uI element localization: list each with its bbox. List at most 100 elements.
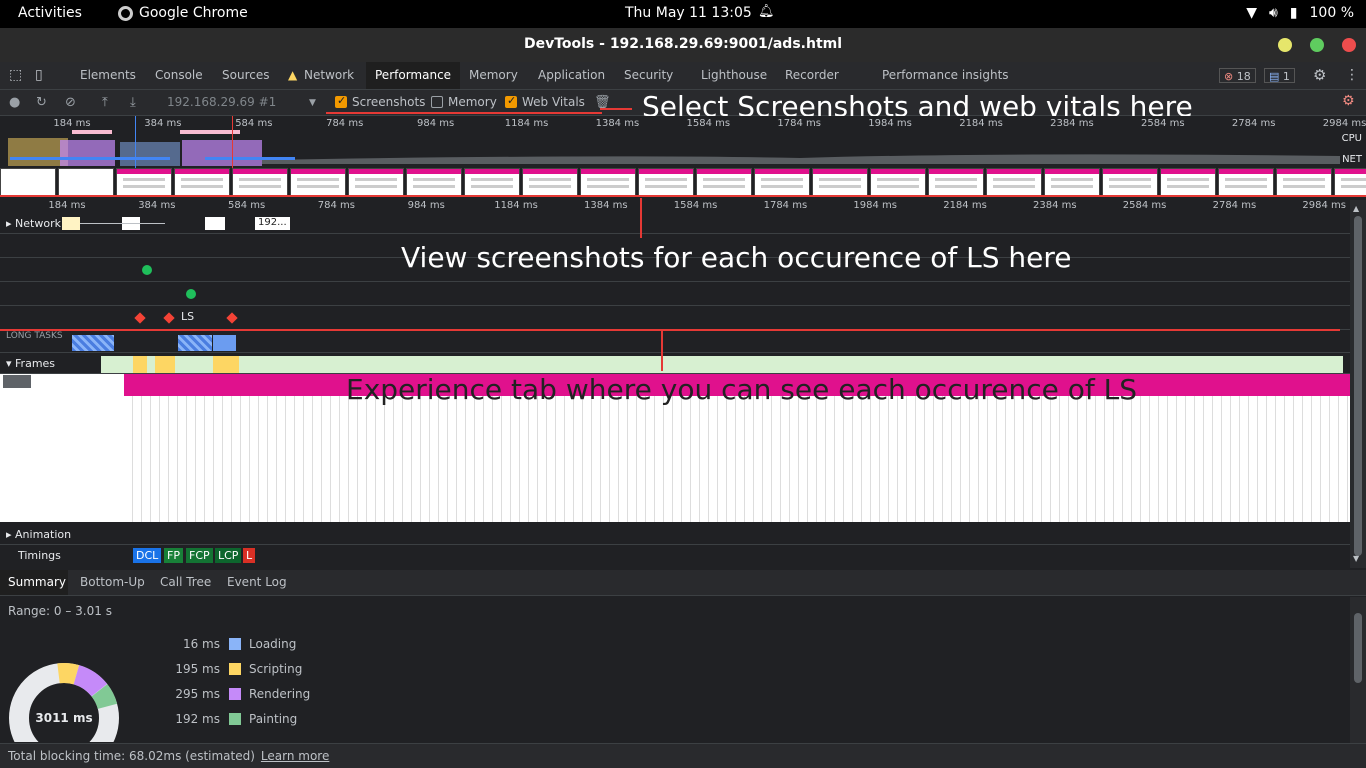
screenshots-checkbox[interactable]: [335, 94, 347, 108]
activities-button[interactable]: Activities: [18, 5, 82, 21]
tab-security[interactable]: Security: [624, 62, 673, 89]
more-menu-icon[interactable]: ⋮: [1345, 62, 1359, 89]
screenshot-thumbnail[interactable]: [870, 168, 926, 196]
network-request-label[interactable]: 192...: [255, 217, 290, 230]
record-icon[interactable]: ●: [9, 95, 20, 110]
tab-recorder[interactable]: Recorder: [785, 62, 839, 89]
tab-elements[interactable]: Elements: [80, 62, 136, 89]
screenshot-thumbnail[interactable]: [580, 168, 636, 196]
screenshot-thumbnail[interactable]: [986, 168, 1042, 196]
tab-network[interactable]: Network: [304, 62, 354, 89]
timing-dcl[interactable]: DCL: [133, 548, 162, 563]
error-badge[interactable]: ⊗ 18: [1219, 68, 1256, 83]
ruler-tick: 1784 ms: [763, 200, 808, 211]
clear-icon[interactable]: ⊘: [65, 95, 76, 110]
screenshot-thumbnail[interactable]: [522, 168, 578, 196]
clock[interactable]: Thu May 11 13:05: [625, 5, 752, 21]
screenshot-thumbnail[interactable]: [290, 168, 346, 196]
memory-checkbox[interactable]: [431, 96, 443, 108]
frames-track-label[interactable]: ▾ Frames: [6, 357, 55, 370]
message-badge[interactable]: ▤ 1: [1264, 68, 1295, 83]
network-track-label[interactable]: ▸ Network: [6, 217, 61, 230]
screenshot-thumbnail[interactable]: [1102, 168, 1158, 196]
screenshot-thumbnail[interactable]: [1160, 168, 1216, 196]
screenshot-thumbnail[interactable]: [58, 168, 114, 196]
frame-block[interactable]: [133, 356, 147, 373]
screenshot-thumbnail[interactable]: [928, 168, 984, 196]
web-vitals-label: Web Vitals: [522, 95, 585, 109]
screenshot-thumbnail[interactable]: [464, 168, 520, 196]
screenshot-thumbnail[interactable]: [1218, 168, 1274, 196]
layout-shift-diamond[interactable]: [226, 312, 238, 324]
layout-shift-diamond[interactable]: [134, 312, 146, 324]
app-menu[interactable]: Google Chrome: [118, 5, 248, 21]
tab-memory[interactable]: Memory: [469, 62, 518, 89]
bell-icon[interactable]: 🔔︎: [758, 4, 775, 19]
frames-bar[interactable]: [101, 356, 1343, 373]
screenshot-thumbnail[interactable]: [406, 168, 462, 196]
scroll-down-icon[interactable]: ▼: [1353, 554, 1359, 563]
screenshot-thumbnail[interactable]: [696, 168, 752, 196]
tab-call-tree[interactable]: Call Tree: [160, 575, 211, 589]
chevron-down-icon[interactable]: ▼: [309, 98, 316, 108]
tab-bottom-up[interactable]: Bottom-Up: [80, 575, 145, 589]
upload-icon[interactable]: ⤒: [102, 95, 108, 110]
device-toggle-icon[interactable]: ▯: [35, 62, 43, 89]
screenshot-thumbnail[interactable]: [348, 168, 404, 196]
screenshot-thumbnail[interactable]: [174, 168, 230, 196]
download-icon[interactable]: ⤓: [130, 95, 136, 110]
timing-fcp[interactable]: FCP: [186, 548, 213, 563]
tab-lighthouse[interactable]: Lighthouse: [701, 62, 767, 89]
timing-fp[interactable]: FP: [164, 548, 183, 563]
tab-performance-insights[interactable]: Performance insights: [882, 62, 1009, 89]
screenshot-thumbnail[interactable]: [116, 168, 172, 196]
annotation-arrow-2: [640, 198, 642, 238]
capture-settings-gear-icon[interactable]: ⚙: [1342, 93, 1355, 109]
flame-scrollbar[interactable]: ▲ ▼: [1350, 200, 1366, 568]
network-request-bar[interactable]: [205, 217, 225, 230]
timing-load[interactable]: L: [243, 548, 256, 563]
frame-block[interactable]: [155, 356, 175, 373]
screenshot-thumbnail[interactable]: [1334, 168, 1366, 196]
long-task-bar[interactable]: [72, 335, 114, 351]
screenshot-thumbnail[interactable]: [232, 168, 288, 196]
settings-gear-icon[interactable]: ⚙: [1313, 62, 1326, 89]
minimize-button[interactable]: [1278, 38, 1292, 52]
tab-application[interactable]: Application: [538, 62, 605, 89]
tab-summary[interactable]: Summary: [8, 575, 66, 589]
tab-event-log[interactable]: Event Log: [227, 575, 287, 589]
frame-thumbnail[interactable]: [3, 375, 31, 388]
layout-shift-dot[interactable]: [186, 289, 196, 299]
screenshot-thumbnail[interactable]: [638, 168, 694, 196]
profile-select[interactable]: 192.168.29.69 #1: [167, 95, 276, 109]
network-track[interactable]: ▸ Network 192...: [0, 214, 1350, 234]
screenshot-thumbnail[interactable]: [0, 168, 56, 196]
summary-scroll-thumb[interactable]: [1354, 613, 1362, 683]
learn-more-link[interactable]: Learn more: [261, 749, 329, 763]
scroll-thumb[interactable]: [1354, 216, 1362, 556]
tab-sources[interactable]: Sources: [222, 62, 269, 89]
animation-track-label[interactable]: ▸ Animation: [6, 528, 71, 541]
layout-shift-dot[interactable]: [142, 265, 152, 275]
long-task-bar[interactable]: [178, 335, 212, 351]
scroll-up-icon[interactable]: ▲: [1353, 204, 1359, 213]
animation-track[interactable]: ▸ Animation: [0, 524, 1350, 545]
screenshot-thumbnail[interactable]: [1044, 168, 1100, 196]
inspect-icon[interactable]: ⬚: [9, 62, 22, 89]
maximize-button[interactable]: [1310, 38, 1324, 52]
screenshot-thumbnail[interactable]: [812, 168, 868, 196]
system-tray[interactable]: ▼ 🔊︎ ▮ 100 %: [1246, 5, 1354, 21]
layout-shift-diamond[interactable]: [163, 312, 175, 324]
tab-console[interactable]: Console: [155, 62, 203, 89]
summary-scrollbar[interactable]: [1350, 597, 1366, 743]
screenshot-thumbnail[interactable]: [754, 168, 810, 196]
network-request-bar[interactable]: [62, 217, 80, 230]
web-vitals-checkbox[interactable]: [505, 94, 517, 108]
tab-performance[interactable]: Performance: [366, 62, 461, 89]
timing-lcp[interactable]: LCP: [215, 548, 242, 563]
reload-icon[interactable]: ↻: [36, 95, 47, 110]
screenshot-thumbnail[interactable]: [1276, 168, 1332, 196]
close-button[interactable]: [1342, 38, 1356, 52]
frame-block[interactable]: [213, 356, 239, 373]
long-task-bar[interactable]: [213, 335, 236, 351]
